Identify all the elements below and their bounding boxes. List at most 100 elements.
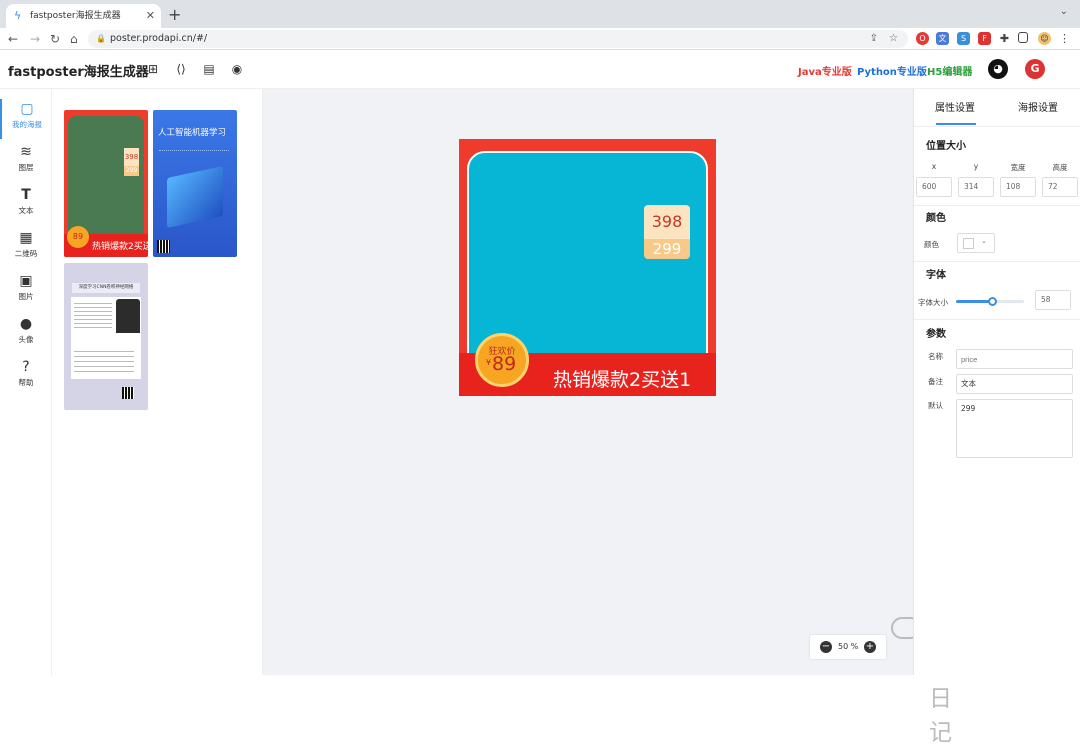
thumb-qrcode [157, 240, 170, 253]
note-input[interactable]: 文本 [956, 374, 1073, 394]
circle-price: 89 [492, 353, 517, 375]
zoom-in-button[interactable]: + [864, 641, 876, 653]
extensions-puzzle-icon[interactable]: ✚ [998, 32, 1011, 45]
share-icon[interactable]: ⇪ [870, 30, 878, 48]
slider-handle[interactable] [988, 297, 998, 306]
note-label: 备注 [928, 377, 943, 386]
zoom-out-button[interactable]: − [820, 641, 832, 653]
zoom-control: − 50 % + [810, 635, 886, 659]
poster-thumbnail-cnn[interactable]: 深度学习CNN卷积神经网络 [64, 263, 148, 410]
width-input[interactable]: 108 [1000, 177, 1036, 197]
layers-icon: ≋ [20, 144, 32, 160]
price-tag[interactable]: 398 299 [644, 205, 690, 259]
profile-avatar-icon[interactable]: ☺ [1038, 32, 1051, 45]
chevron-down-icon[interactable]: ⌄ [1060, 6, 1068, 17]
label-height: 高度 [1052, 163, 1068, 172]
translate-extension-icon[interactable]: 文 [936, 32, 949, 45]
bookmark-star-icon[interactable]: ☆ [889, 30, 898, 48]
tab-property-settings[interactable]: 属性设置 [935, 99, 975, 114]
poster-thumbnail-sale[interactable]: 398 299 89 热销爆款2买送1 [64, 110, 148, 257]
sidebar-item-label: 图层 [18, 163, 34, 172]
github-icon[interactable]: ◕ [988, 59, 1008, 79]
label-width: 宽度 [1010, 163, 1026, 172]
color-picker[interactable]: ⌄ [957, 233, 995, 253]
tab-title: fastposter海报生成器 [30, 11, 121, 21]
thumb-board [68, 116, 144, 244]
home-icon[interactable]: ⌂ [70, 30, 78, 48]
section-font: 字体 [926, 270, 946, 281]
sidebar-item-help[interactable]: ? 帮助 [0, 357, 52, 397]
close-tab-icon[interactable]: ✕ [146, 4, 155, 28]
tab-poster-settings[interactable]: 海报设置 [1018, 99, 1058, 114]
currency-symbol: ¥ [486, 358, 492, 367]
code-icon[interactable]: ⟨⟩ [174, 62, 188, 77]
divider [914, 261, 1080, 262]
thumb-cnn-person [116, 299, 140, 333]
sidebar-item-label: 二维码 [14, 249, 38, 258]
new-file-icon[interactable]: ⊞ [146, 62, 160, 77]
sidebar-item-label: 我的海报 [12, 120, 42, 129]
y-input[interactable]: 314 [958, 177, 994, 197]
thumb-cnn-title: 深度学习CNN卷积神经网络 [72, 283, 140, 293]
divider [914, 205, 1080, 206]
more-menu-icon[interactable]: ⋮ [1058, 32, 1071, 45]
color-swatch [963, 238, 974, 249]
font-size-slider[interactable] [956, 297, 1024, 306]
sidebar-item-layers[interactable]: ≋ 图层 [0, 142, 52, 182]
thumb-ai-lines [159, 150, 229, 164]
h5-editor-link[interactable]: H5编辑器 [927, 63, 972, 78]
image-icon: ▣ [19, 273, 33, 289]
properties-panel: 属性设置 海报设置 位置大小 x y 宽度 高度 600 314 108 72 … [913, 89, 1080, 675]
lightning-icon: ϟ [14, 9, 22, 22]
preview-eye-icon[interactable]: ◉ [230, 62, 244, 77]
name-input[interactable] [956, 349, 1073, 369]
sidebar-item-avatar[interactable]: ● 头像 [0, 314, 52, 354]
zoom-level: 50 % [838, 642, 859, 651]
poster-icon: ▢ [20, 101, 34, 117]
name-label: 名称 [928, 352, 943, 361]
poster-canvas[interactable]: 398 299 热销爆款2买送1 狂欢价 ¥ 89 [459, 139, 716, 396]
java-pro-link[interactable]: Java专业版 [798, 63, 852, 78]
avatar-icon: ● [19, 316, 33, 332]
poster-thumbnail-ai[interactable]: 人工智能机器学习 [153, 110, 237, 257]
reload-icon[interactable]: ↻ [50, 30, 60, 48]
opera-extension-icon[interactable]: O [916, 32, 929, 45]
divider [914, 126, 1080, 127]
forward-arrow-icon[interactable]: → [30, 30, 40, 48]
qrcode-icon: ▦ [19, 230, 33, 246]
browser-tab[interactable]: ϟ fastposter海报生成器 ✕ [6, 4, 161, 28]
x-input[interactable]: 600 [916, 177, 952, 197]
left-sidebar: ▢ 我的海报 ≋ 图层 T 文本 ▦ 二维码 ▣ 图片 ● 头像 ? 帮助 [0, 89, 52, 675]
text-icon: T [21, 187, 31, 203]
back-arrow-icon[interactable]: ← [8, 30, 18, 48]
active-tab-indicator [936, 123, 976, 125]
price-circle[interactable]: 狂欢价 ¥ 89 [475, 333, 529, 387]
thumb-qrcode [122, 387, 134, 399]
sidebar-item-image[interactable]: ▣ 图片 [0, 271, 52, 311]
thumb-price-top: 398 [124, 148, 139, 166]
sidebar-item-text[interactable]: T 文本 [0, 185, 52, 225]
default-textarea[interactable]: 299 [956, 399, 1073, 458]
save-icon[interactable]: ▤ [202, 62, 216, 77]
lock-icon: 🔒 [96, 34, 106, 43]
sidebar-item-my-posters[interactable]: ▢ 我的海报 [0, 99, 52, 139]
sidebar-panel-icon[interactable] [1018, 32, 1028, 43]
section-position: 位置大小 [926, 141, 966, 152]
poster-list: 398 299 89 热销爆款2买送1 人工智能机器学习 深度学习CNN卷积神经… [53, 89, 263, 675]
screenshot-extension-icon[interactable]: S [957, 32, 970, 45]
banner-text[interactable]: 热销爆款2买送1 [553, 365, 691, 392]
height-input[interactable]: 72 [1042, 177, 1078, 197]
sidebar-item-label: 头像 [18, 335, 34, 344]
font-size-input[interactable]: 58 [1035, 290, 1071, 310]
python-pro-link[interactable]: Python专业版 [857, 63, 927, 78]
url-field[interactable]: 🔒 poster.prodapi.cn/#/ ⇪ ☆ [88, 30, 908, 48]
address-bar: ← → ↻ ⌂ 🔒 poster.prodapi.cn/#/ ⇪ ☆ O 文 S… [0, 28, 1080, 50]
section-params: 参数 [926, 329, 946, 340]
default-label: 默认 [928, 401, 943, 410]
sale-price: 299 [644, 239, 690, 259]
sidebar-item-qrcode[interactable]: ▦ 二维码 [0, 228, 52, 268]
pdf-extension-icon[interactable]: F [978, 32, 991, 45]
gitee-icon[interactable]: G [1025, 59, 1045, 79]
help-icon: ? [22, 359, 30, 375]
new-tab-button[interactable]: + [168, 4, 181, 26]
